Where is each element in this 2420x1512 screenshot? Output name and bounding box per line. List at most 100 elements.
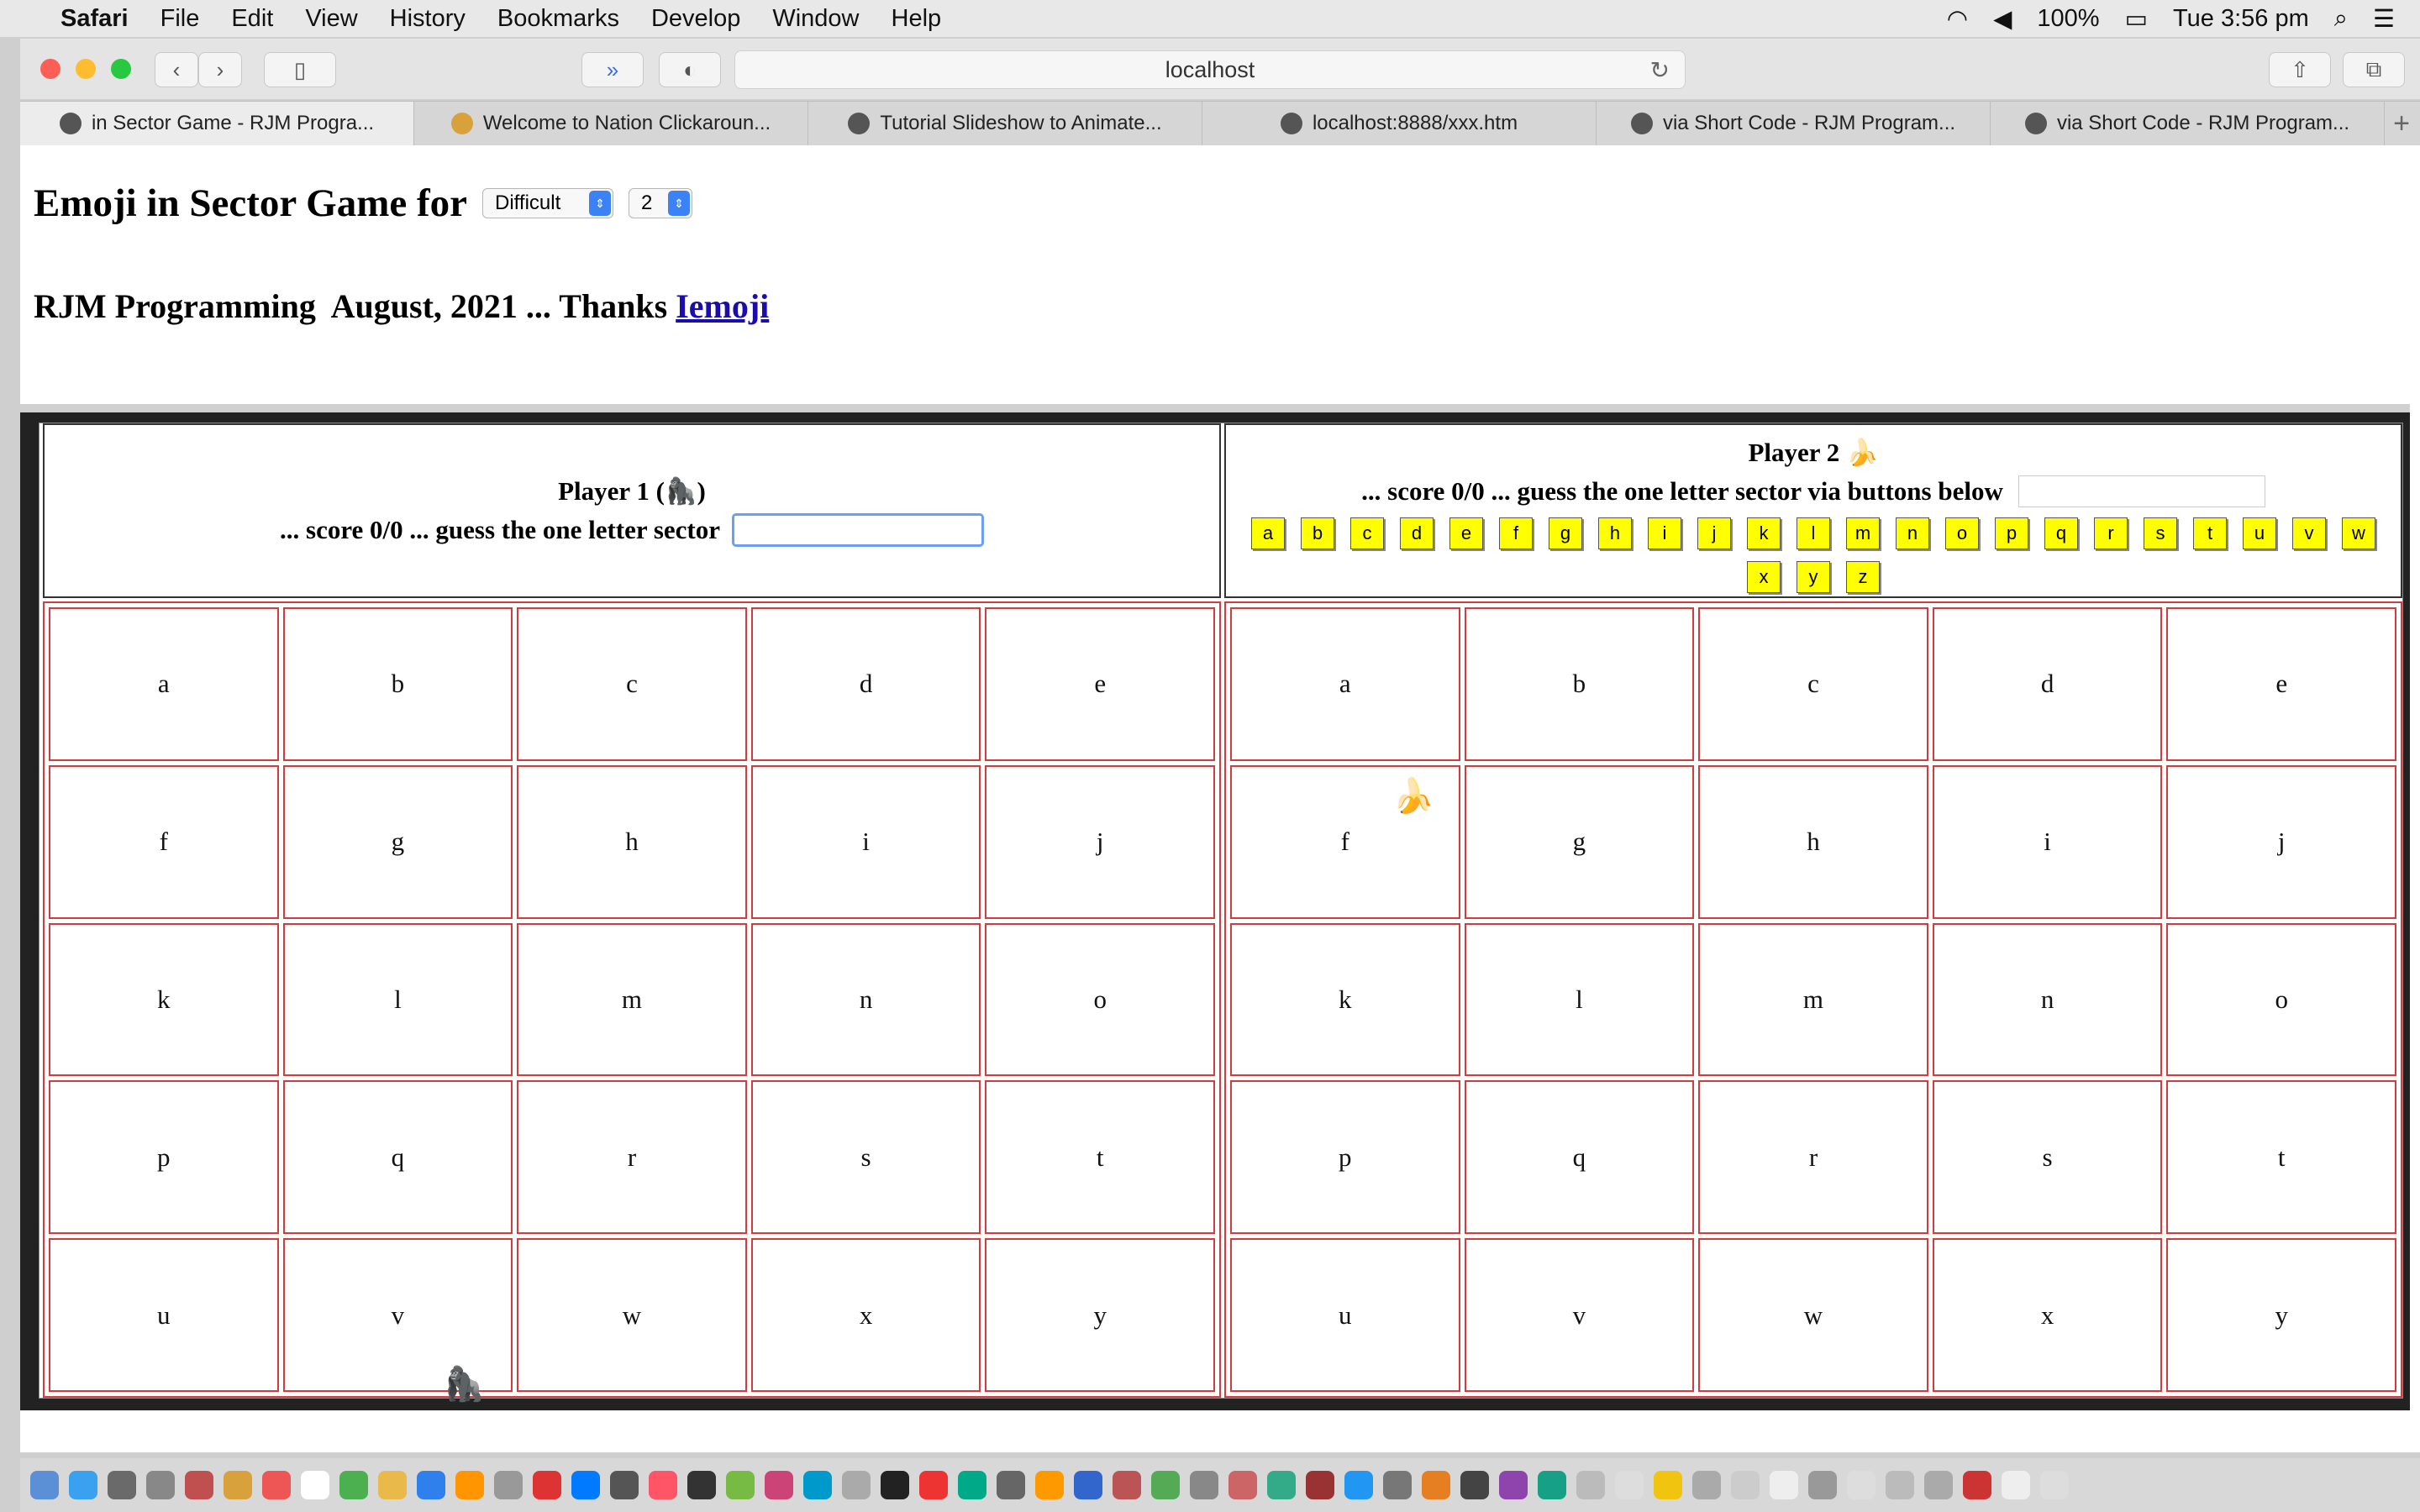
reader-fastforward-icon[interactable]: » xyxy=(581,52,644,87)
player1-sector-cell[interactable]: b xyxy=(282,607,513,761)
player2-sector-cell[interactable]: j xyxy=(2166,764,2396,919)
minimize-window-button[interactable] xyxy=(76,59,96,79)
dock-app-icon[interactable] xyxy=(842,1471,871,1499)
player1-sector-cell[interactable]: p xyxy=(49,1080,279,1235)
dock-app-icon[interactable] xyxy=(1692,1471,1721,1499)
dock-app-icon[interactable] xyxy=(30,1471,59,1499)
dock-app-icon[interactable] xyxy=(1267,1471,1296,1499)
tab-6[interactable]: via Short Code - RJM Program... xyxy=(1991,102,2385,145)
dock-app-icon[interactable] xyxy=(997,1471,1025,1499)
dock-app-icon[interactable] xyxy=(803,1471,832,1499)
letter-button-b[interactable]: b xyxy=(1301,517,1334,549)
privacy-shield-icon[interactable]: ◐ xyxy=(659,52,721,87)
letter-button-x[interactable]: x xyxy=(1747,561,1781,593)
iemoji-link[interactable]: Iemoji xyxy=(676,287,769,325)
dock-app-icon[interactable] xyxy=(262,1471,291,1499)
player1-sector-cell[interactable]: t xyxy=(985,1080,1215,1235)
letter-button-s[interactable]: s xyxy=(2144,517,2177,549)
player2-sector-cell[interactable]: r xyxy=(1698,1080,1928,1235)
player2-sector-cell[interactable]: h xyxy=(1698,764,1928,919)
letter-button-h[interactable]: h xyxy=(1598,517,1632,549)
letter-button-a[interactable]: a xyxy=(1251,517,1285,549)
player1-sector-cell[interactable]: m xyxy=(517,922,747,1077)
dock-app-icon[interactable] xyxy=(1422,1471,1450,1499)
dock-app-icon[interactable] xyxy=(1654,1471,1682,1499)
player2-sector-cell[interactable]: x xyxy=(1932,1238,2163,1392)
spotlight-search-icon[interactable]: ⌕ xyxy=(2334,5,2348,33)
menu-history[interactable]: History xyxy=(390,5,466,33)
dock-app-icon[interactable] xyxy=(571,1471,600,1499)
players-select[interactable]: 2 ⇕ xyxy=(629,188,693,218)
new-tab-button[interactable]: + xyxy=(2385,102,2418,145)
tab-2[interactable]: Welcome to Nation Clickaroun... xyxy=(414,102,808,145)
letter-button-q[interactable]: q xyxy=(2044,517,2078,549)
player1-sector-cell[interactable]: u xyxy=(49,1238,279,1392)
letter-button-y[interactable]: y xyxy=(1797,561,1830,593)
player2-sector-cell[interactable]: o xyxy=(2166,922,2396,1077)
player2-sector-cell[interactable]: c xyxy=(1698,607,1928,761)
sidebar-toggle-icon[interactable]: ▯ xyxy=(264,52,336,87)
difficulty-select[interactable]: Difficult ⇕ xyxy=(482,188,614,218)
letter-button-m[interactable]: m xyxy=(1846,517,1880,549)
letter-button-u[interactable]: u xyxy=(2243,517,2276,549)
tab-5[interactable]: via Short Code - RJM Program... xyxy=(1597,102,1991,145)
wifi-icon[interactable]: ◠ xyxy=(1947,4,1968,34)
player2-sector-cell[interactable]: b xyxy=(1464,607,1695,761)
dock-app-icon[interactable] xyxy=(1924,1471,1953,1499)
dock-app-icon[interactable] xyxy=(765,1471,793,1499)
player2-sector-cell[interactable]: e xyxy=(2166,607,2396,761)
dock-app-icon[interactable] xyxy=(301,1471,329,1499)
player1-sector-cell[interactable]: h xyxy=(517,764,747,919)
player1-sector-cell[interactable]: x xyxy=(750,1238,981,1392)
dock-app-icon[interactable] xyxy=(726,1471,755,1499)
player2-sector-cell[interactable]: w xyxy=(1698,1238,1928,1392)
player2-sector-cell[interactable]: i xyxy=(1932,764,2163,919)
dock-app-icon[interactable] xyxy=(1460,1471,1489,1499)
reload-icon[interactable]: ↻ xyxy=(1650,56,1670,84)
player1-sector-cell[interactable]: n xyxy=(750,922,981,1077)
letter-button-e[interactable]: e xyxy=(1449,517,1483,549)
player2-guess-input[interactable] xyxy=(2018,475,2265,507)
menu-window[interactable]: Window xyxy=(772,5,859,33)
player1-sector-cell[interactable]: f xyxy=(49,764,279,919)
tab-4[interactable]: localhost:8888/xxx.htm xyxy=(1202,102,1597,145)
letter-button-w[interactable]: w xyxy=(2342,517,2375,549)
dock-app-icon[interactable] xyxy=(1074,1471,1102,1499)
letter-button-k[interactable]: k xyxy=(1747,517,1781,549)
dock-app-icon[interactable] xyxy=(339,1471,368,1499)
dock-app-icon[interactable] xyxy=(224,1471,252,1499)
clock[interactable]: Tue 3:56 pm xyxy=(2173,5,2309,33)
dock-app-icon[interactable] xyxy=(958,1471,986,1499)
letter-button-p[interactable]: p xyxy=(1995,517,2028,549)
dock-app-icon[interactable] xyxy=(146,1471,175,1499)
dock-app-icon[interactable] xyxy=(2040,1471,2069,1499)
player2-sector-cell[interactable]: y xyxy=(2166,1238,2396,1392)
dock-app-icon[interactable] xyxy=(1615,1471,1644,1499)
player1-sector-cell[interactable]: e xyxy=(985,607,1215,761)
control-list-icon[interactable]: ☰ xyxy=(2373,4,2395,34)
letter-button-n[interactable]: n xyxy=(1896,517,1929,549)
menu-view[interactable]: View xyxy=(305,5,357,33)
player1-sector-cell[interactable]: k xyxy=(49,922,279,1077)
dock-app-icon[interactable] xyxy=(455,1471,484,1499)
dock-app-icon[interactable] xyxy=(1383,1471,1412,1499)
player2-sector-cell[interactable]: t xyxy=(2166,1080,2396,1235)
player1-sector-cell[interactable]: j xyxy=(985,764,1215,919)
letter-button-d[interactable]: d xyxy=(1400,517,1434,549)
letter-button-g[interactable]: g xyxy=(1549,517,1582,549)
tab-1[interactable]: in Sector Game - RJM Progra... xyxy=(20,102,414,145)
dock-app-icon[interactable] xyxy=(1113,1471,1141,1499)
close-window-button[interactable] xyxy=(40,59,60,79)
menu-app-name[interactable]: Safari xyxy=(60,5,129,33)
letter-button-c[interactable]: c xyxy=(1350,517,1384,549)
player2-sector-cell[interactable]: v xyxy=(1464,1238,1695,1392)
player1-sector-cell[interactable]: y xyxy=(985,1238,1215,1392)
player2-sector-cell[interactable]: p xyxy=(1230,1080,1460,1235)
dock-app-icon[interactable] xyxy=(2002,1471,2030,1499)
player2-sector-cell[interactable]: u xyxy=(1230,1238,1460,1392)
player2-sector-cell[interactable]: a xyxy=(1230,607,1460,761)
dock-app-icon[interactable] xyxy=(881,1471,909,1499)
tab-3[interactable]: Tutorial Slideshow to Animate... xyxy=(808,102,1202,145)
dock-app-icon[interactable] xyxy=(649,1471,677,1499)
share-icon[interactable]: ⇧ xyxy=(2269,52,2331,87)
